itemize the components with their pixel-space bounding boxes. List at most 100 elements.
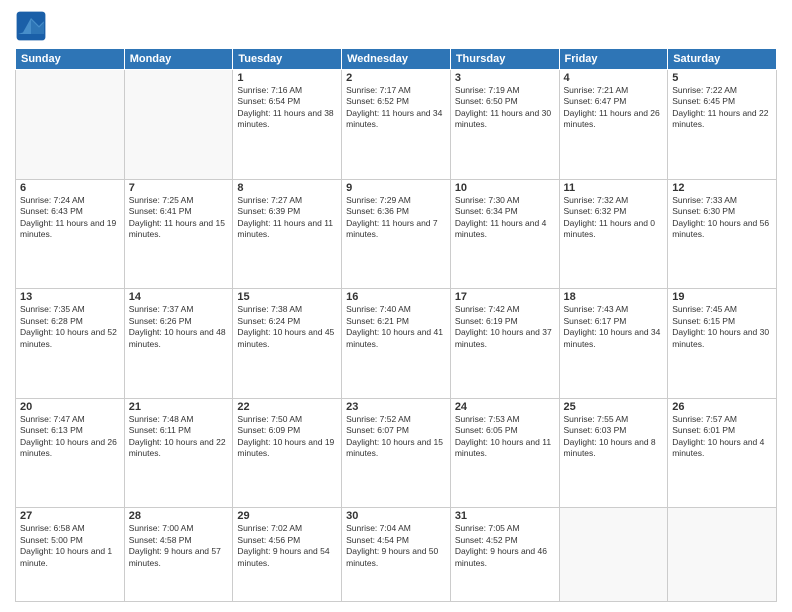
- weekday-header-saturday: Saturday: [668, 49, 777, 70]
- calendar-cell: 29Sunrise: 7:02 AM Sunset: 4:56 PM Dayli…: [233, 508, 342, 602]
- calendar-cell: 21Sunrise: 7:48 AM Sunset: 6:11 PM Dayli…: [124, 398, 233, 508]
- calendar-body: 1Sunrise: 7:16 AM Sunset: 6:54 PM Daylig…: [16, 70, 777, 602]
- day-info: Sunrise: 7:25 AM Sunset: 6:41 PM Dayligh…: [129, 195, 229, 241]
- day-info: Sunrise: 7:00 AM Sunset: 4:58 PM Dayligh…: [129, 523, 229, 569]
- calendar-cell: [668, 508, 777, 602]
- day-number: 28: [129, 510, 229, 522]
- weekday-header-tuesday: Tuesday: [233, 49, 342, 70]
- day-number: 15: [237, 291, 337, 303]
- day-number: 19: [672, 291, 772, 303]
- calendar-cell: 24Sunrise: 7:53 AM Sunset: 6:05 PM Dayli…: [450, 398, 559, 508]
- calendar-cell: 28Sunrise: 7:00 AM Sunset: 4:58 PM Dayli…: [124, 508, 233, 602]
- day-number: 31: [455, 510, 555, 522]
- day-info: Sunrise: 7:48 AM Sunset: 6:11 PM Dayligh…: [129, 414, 229, 460]
- day-number: 16: [346, 291, 446, 303]
- calendar-cell: 15Sunrise: 7:38 AM Sunset: 6:24 PM Dayli…: [233, 289, 342, 399]
- calendar-cell: 11Sunrise: 7:32 AM Sunset: 6:32 PM Dayli…: [559, 179, 668, 289]
- day-number: 25: [564, 401, 664, 413]
- day-info: Sunrise: 7:43 AM Sunset: 6:17 PM Dayligh…: [564, 304, 664, 350]
- day-info: Sunrise: 7:17 AM Sunset: 6:52 PM Dayligh…: [346, 85, 446, 131]
- day-number: 3: [455, 72, 555, 84]
- day-info: Sunrise: 7:27 AM Sunset: 6:39 PM Dayligh…: [237, 195, 337, 241]
- day-info: Sunrise: 7:45 AM Sunset: 6:15 PM Dayligh…: [672, 304, 772, 350]
- day-info: Sunrise: 7:52 AM Sunset: 6:07 PM Dayligh…: [346, 414, 446, 460]
- day-info: Sunrise: 7:42 AM Sunset: 6:19 PM Dayligh…: [455, 304, 555, 350]
- day-number: 5: [672, 72, 772, 84]
- day-info: Sunrise: 7:29 AM Sunset: 6:36 PM Dayligh…: [346, 195, 446, 241]
- weekday-header-thursday: Thursday: [450, 49, 559, 70]
- calendar-cell: 4Sunrise: 7:21 AM Sunset: 6:47 PM Daylig…: [559, 70, 668, 180]
- calendar-week-row: 1Sunrise: 7:16 AM Sunset: 6:54 PM Daylig…: [16, 70, 777, 180]
- calendar-cell: 26Sunrise: 7:57 AM Sunset: 6:01 PM Dayli…: [668, 398, 777, 508]
- day-number: 20: [20, 401, 120, 413]
- calendar-week-row: 27Sunrise: 6:58 AM Sunset: 5:00 PM Dayli…: [16, 508, 777, 602]
- day-number: 12: [672, 182, 772, 194]
- day-info: Sunrise: 7:37 AM Sunset: 6:26 PM Dayligh…: [129, 304, 229, 350]
- calendar-cell: 9Sunrise: 7:29 AM Sunset: 6:36 PM Daylig…: [342, 179, 451, 289]
- calendar-cell: 3Sunrise: 7:19 AM Sunset: 6:50 PM Daylig…: [450, 70, 559, 180]
- weekday-header-monday: Monday: [124, 49, 233, 70]
- day-info: Sunrise: 7:38 AM Sunset: 6:24 PM Dayligh…: [237, 304, 337, 350]
- day-number: 9: [346, 182, 446, 194]
- day-number: 24: [455, 401, 555, 413]
- day-number: 17: [455, 291, 555, 303]
- day-number: 30: [346, 510, 446, 522]
- weekday-header-wednesday: Wednesday: [342, 49, 451, 70]
- calendar-cell: 7Sunrise: 7:25 AM Sunset: 6:41 PM Daylig…: [124, 179, 233, 289]
- day-info: Sunrise: 7:55 AM Sunset: 6:03 PM Dayligh…: [564, 414, 664, 460]
- calendar-table: SundayMondayTuesdayWednesdayThursdayFrid…: [15, 48, 777, 602]
- page: SundayMondayTuesdayWednesdayThursdayFrid…: [0, 0, 792, 612]
- day-info: Sunrise: 7:05 AM Sunset: 4:52 PM Dayligh…: [455, 523, 555, 569]
- day-number: 11: [564, 182, 664, 194]
- calendar-cell: 25Sunrise: 7:55 AM Sunset: 6:03 PM Dayli…: [559, 398, 668, 508]
- day-number: 7: [129, 182, 229, 194]
- day-number: 18: [564, 291, 664, 303]
- weekday-header-friday: Friday: [559, 49, 668, 70]
- day-info: Sunrise: 6:58 AM Sunset: 5:00 PM Dayligh…: [20, 523, 120, 569]
- day-info: Sunrise: 7:53 AM Sunset: 6:05 PM Dayligh…: [455, 414, 555, 460]
- day-number: 1: [237, 72, 337, 84]
- calendar-cell: 5Sunrise: 7:22 AM Sunset: 6:45 PM Daylig…: [668, 70, 777, 180]
- calendar-week-row: 20Sunrise: 7:47 AM Sunset: 6:13 PM Dayli…: [16, 398, 777, 508]
- calendar-cell: 30Sunrise: 7:04 AM Sunset: 4:54 PM Dayli…: [342, 508, 451, 602]
- day-info: Sunrise: 7:19 AM Sunset: 6:50 PM Dayligh…: [455, 85, 555, 131]
- day-number: 14: [129, 291, 229, 303]
- day-info: Sunrise: 7:35 AM Sunset: 6:28 PM Dayligh…: [20, 304, 120, 350]
- logo: [15, 10, 49, 42]
- calendar-week-row: 13Sunrise: 7:35 AM Sunset: 6:28 PM Dayli…: [16, 289, 777, 399]
- day-info: Sunrise: 7:40 AM Sunset: 6:21 PM Dayligh…: [346, 304, 446, 350]
- day-info: Sunrise: 7:16 AM Sunset: 6:54 PM Dayligh…: [237, 85, 337, 131]
- calendar-cell: 10Sunrise: 7:30 AM Sunset: 6:34 PM Dayli…: [450, 179, 559, 289]
- day-number: 13: [20, 291, 120, 303]
- day-info: Sunrise: 7:47 AM Sunset: 6:13 PM Dayligh…: [20, 414, 120, 460]
- day-info: Sunrise: 7:50 AM Sunset: 6:09 PM Dayligh…: [237, 414, 337, 460]
- day-info: Sunrise: 7:02 AM Sunset: 4:56 PM Dayligh…: [237, 523, 337, 569]
- logo-icon: [15, 10, 47, 42]
- day-number: 23: [346, 401, 446, 413]
- calendar-cell: 23Sunrise: 7:52 AM Sunset: 6:07 PM Dayli…: [342, 398, 451, 508]
- calendar-cell: 27Sunrise: 6:58 AM Sunset: 5:00 PM Dayli…: [16, 508, 125, 602]
- day-number: 29: [237, 510, 337, 522]
- weekday-header-sunday: Sunday: [16, 49, 125, 70]
- day-number: 2: [346, 72, 446, 84]
- day-info: Sunrise: 7:30 AM Sunset: 6:34 PM Dayligh…: [455, 195, 555, 241]
- calendar-cell: 20Sunrise: 7:47 AM Sunset: 6:13 PM Dayli…: [16, 398, 125, 508]
- day-number: 26: [672, 401, 772, 413]
- day-number: 8: [237, 182, 337, 194]
- day-info: Sunrise: 7:04 AM Sunset: 4:54 PM Dayligh…: [346, 523, 446, 569]
- day-number: 21: [129, 401, 229, 413]
- calendar-cell: 1Sunrise: 7:16 AM Sunset: 6:54 PM Daylig…: [233, 70, 342, 180]
- calendar-week-row: 6Sunrise: 7:24 AM Sunset: 6:43 PM Daylig…: [16, 179, 777, 289]
- calendar-cell: [559, 508, 668, 602]
- calendar-cell: 12Sunrise: 7:33 AM Sunset: 6:30 PM Dayli…: [668, 179, 777, 289]
- day-info: Sunrise: 7:22 AM Sunset: 6:45 PM Dayligh…: [672, 85, 772, 131]
- calendar-cell: 14Sunrise: 7:37 AM Sunset: 6:26 PM Dayli…: [124, 289, 233, 399]
- calendar-cell: 16Sunrise: 7:40 AM Sunset: 6:21 PM Dayli…: [342, 289, 451, 399]
- day-info: Sunrise: 7:21 AM Sunset: 6:47 PM Dayligh…: [564, 85, 664, 131]
- calendar-cell: 18Sunrise: 7:43 AM Sunset: 6:17 PM Dayli…: [559, 289, 668, 399]
- day-number: 27: [20, 510, 120, 522]
- header: [15, 10, 777, 42]
- calendar-cell: 8Sunrise: 7:27 AM Sunset: 6:39 PM Daylig…: [233, 179, 342, 289]
- calendar-cell: 19Sunrise: 7:45 AM Sunset: 6:15 PM Dayli…: [668, 289, 777, 399]
- day-number: 10: [455, 182, 555, 194]
